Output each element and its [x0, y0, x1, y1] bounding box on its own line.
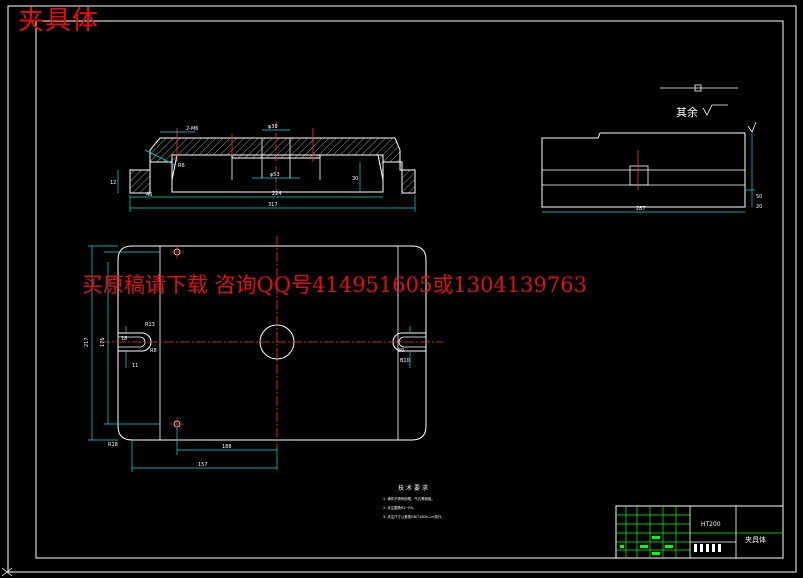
tech-line-3: 3. 未注尺寸公差按GB/T1804—m执行。 — [383, 514, 445, 519]
side-dim-thickness: 20 — [756, 204, 762, 210]
dim-hole: φ30 — [268, 124, 278, 130]
roughness-note: 其余 — [676, 105, 698, 119]
tech-line-1: 1. 铸件不得有砂眼、气孔等缺陷。 — [383, 496, 435, 501]
dim-thread: 2-M6 — [186, 126, 198, 132]
slot-dim-left: 18 — [121, 336, 127, 342]
drawing-title: 夹具体 — [18, 6, 100, 36]
title-block: HT200 夹具体 — [615, 505, 784, 559]
dim-radius: R6 — [178, 163, 185, 169]
top-dim-total: 217 — [84, 337, 90, 347]
side-dim-height: 50 — [756, 194, 762, 200]
tech-heading: 技术要求 — [398, 484, 430, 492]
slot-dim-right: B10 — [400, 358, 410, 364]
front-section-view: 2-M6 φ30 R6 φ53 12 30 46 224 317 — [110, 122, 416, 212]
dim-height-left: 12 — [110, 180, 116, 186]
dim-dia: φ53 — [270, 172, 280, 178]
top-dim-inner: 176 — [100, 337, 106, 347]
part-name: 夹具体 — [745, 535, 766, 544]
dim-width-total: 317 — [268, 202, 278, 208]
top-dim-offset-total: 157 — [198, 462, 208, 468]
dim-offset: 46 — [146, 192, 152, 198]
section-body — [129, 137, 416, 194]
side-view: 287 50 20 其余 — [541, 84, 762, 213]
material: HT200 — [701, 521, 721, 528]
slot-dim-r: R8 — [150, 348, 157, 354]
tech-requirements: 技术要求 1. 铸件不得有砂眼、气孔等缺陷。 2. 未注圆角R3~R5。 3. … — [383, 484, 445, 519]
tech-line-2: 2. 未注圆角R3~R5。 — [383, 505, 416, 510]
top-dim-offset-inner: 188 — [222, 444, 232, 450]
watermark-text: 买原稿请下载 咨询QQ号414951605或1304139763 — [82, 273, 587, 297]
top-view: 217 176 R13 11 18 R8 B10 30 R18 188 157 — [84, 236, 444, 472]
slot-dim-right2: 30 — [398, 348, 404, 354]
roughness-symbol-icon — [702, 104, 728, 116]
dim-width-inner: 224 — [272, 191, 282, 197]
dim-height-right: 30 — [352, 176, 358, 182]
top-dim-corner: R18 — [108, 442, 118, 448]
slot-dim-bottom: 11 — [132, 363, 138, 369]
side-dim-width: 287 — [636, 206, 646, 212]
slot-dim-top: R13 — [145, 322, 155, 328]
